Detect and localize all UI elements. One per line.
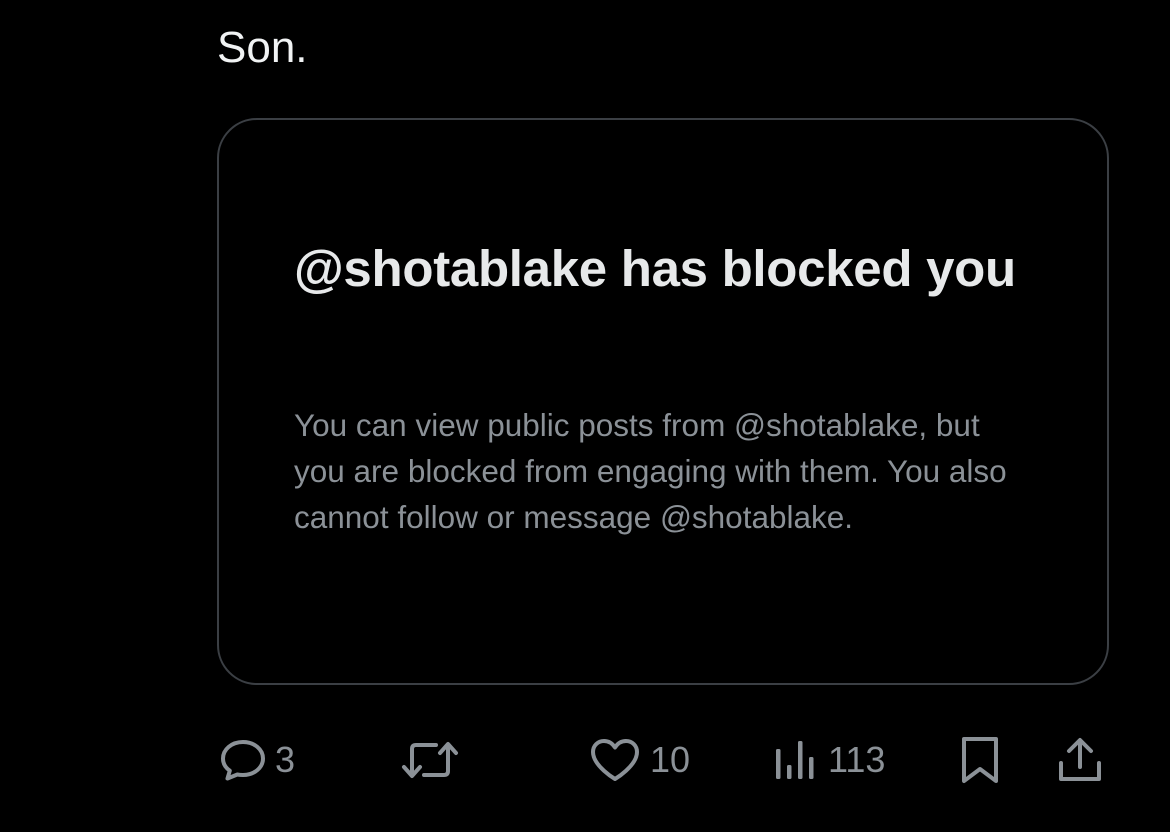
post-text: Son. [217,23,308,72]
reply-bubble-icon [219,737,267,783]
reply-count: 3 [275,739,296,780]
reply-button[interactable]: 3 [219,730,295,790]
bookmark-icon [958,735,1002,785]
repost-arrows-icon [398,737,462,783]
views-button[interactable]: 113 [772,730,885,790]
post-action-bar: 3 10 113 [0,730,1170,790]
analytics-bars-icon [772,737,820,783]
like-button[interactable]: 10 [588,730,690,790]
quote-card-blocked-notice[interactable]: @shotablake has blocked you You can view… [217,118,1109,685]
blocked-notice-description: You can view public posts from @shotabla… [294,407,1007,535]
bookmark-button[interactable] [958,730,1002,790]
like-count: 10 [650,739,691,780]
blocked-notice-title: @shotablake has blocked you [294,240,1016,297]
heart-icon [588,737,642,783]
share-upload-icon [1055,735,1105,785]
views-count: 113 [828,739,886,780]
previous-line-cropped [0,0,1170,10]
repost-button[interactable] [398,730,470,790]
share-button[interactable] [1055,730,1105,790]
